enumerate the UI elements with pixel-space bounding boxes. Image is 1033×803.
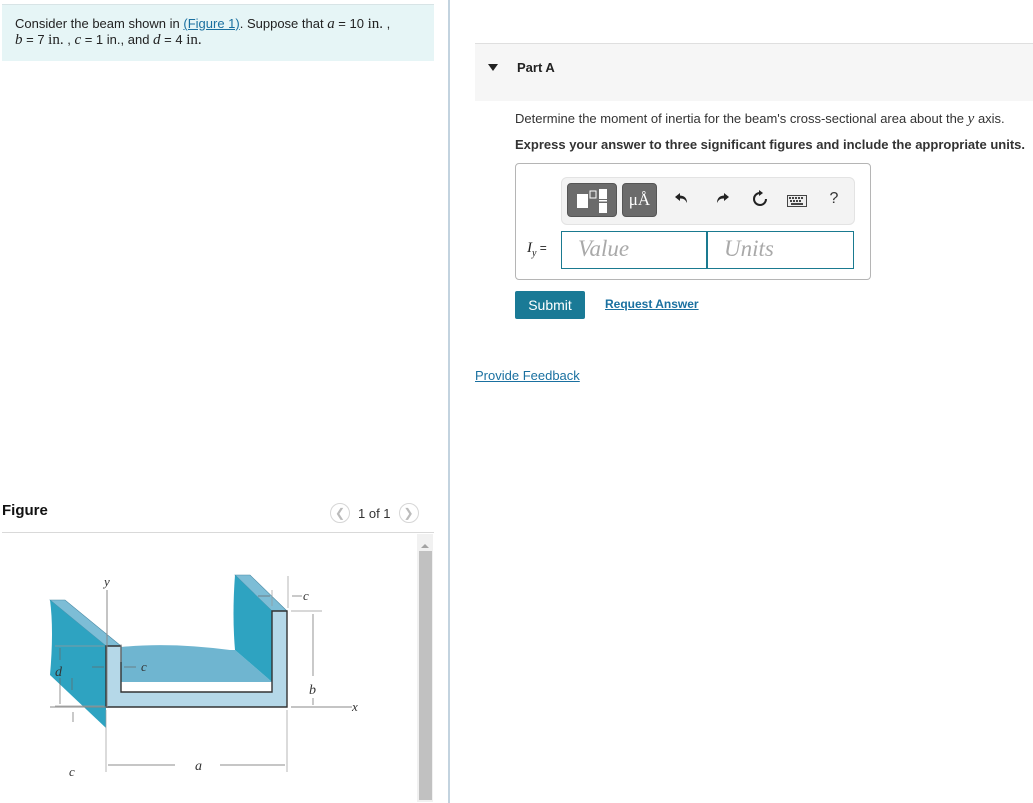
dimension-c-bottom-label: c xyxy=(69,764,75,779)
unit-b: in. xyxy=(48,32,64,48)
question-text: Determine the moment of inertia for the … xyxy=(515,111,1005,128)
unit-d: in. xyxy=(186,32,202,48)
var-a: a xyxy=(327,16,335,32)
val-b: = 7 xyxy=(22,32,49,47)
instruction-text: Express your answer to three significant… xyxy=(515,137,1025,152)
problem-intro: Consider the beam shown in xyxy=(15,16,184,31)
scroll-thumb[interactable] xyxy=(419,551,432,800)
unit-a: in. xyxy=(367,16,383,32)
part-title: Part A xyxy=(517,60,555,75)
dimension-c-mid-label: c xyxy=(141,659,147,674)
question-post: axis. xyxy=(974,111,1005,126)
val-c: = 1 xyxy=(81,32,107,47)
templates-icon xyxy=(577,189,607,213)
math-toolbar: μÅ ? xyxy=(561,177,855,225)
val-a: = 10 xyxy=(334,16,368,31)
val-d: = 4 xyxy=(160,32,187,47)
answer-label: Iy = xyxy=(527,240,547,259)
figure-pager: ❮ 1 of 1 ❯ xyxy=(330,503,419,523)
question-pre: Determine the moment of inertia for the … xyxy=(515,111,968,126)
dimension-a-label: a xyxy=(195,759,202,774)
var-b: b xyxy=(15,32,23,48)
label-eq: = xyxy=(536,241,547,255)
dimension-c-top-label: c xyxy=(303,588,309,603)
help-button[interactable]: ? xyxy=(824,190,844,208)
pager-count: 1 of 1 xyxy=(358,505,391,521)
keyboard-icon[interactable] xyxy=(787,192,807,212)
undo-icon[interactable] xyxy=(672,190,692,211)
separator: , xyxy=(383,16,391,31)
figure-title: Figure xyxy=(2,502,48,519)
redo-icon[interactable] xyxy=(712,190,732,211)
scroll-up-arrow-icon[interactable] xyxy=(417,538,433,548)
figure-link[interactable]: (Figure 1) xyxy=(183,16,239,31)
separator: , and xyxy=(120,32,154,47)
prev-figure-button[interactable]: ❮ xyxy=(330,503,350,523)
templates-button[interactable] xyxy=(567,183,617,217)
dimension-b-label: b xyxy=(309,683,316,698)
var-d: d xyxy=(153,32,161,48)
problem-statement: Consider the beam shown in (Figure 1). S… xyxy=(2,4,434,61)
chevron-right-icon: ❯ xyxy=(403,506,414,520)
units-button[interactable]: μÅ xyxy=(622,183,657,217)
chevron-left-icon: ❮ xyxy=(334,506,346,520)
beam-figure: y x a b c c d c xyxy=(49,574,358,779)
reset-icon[interactable] xyxy=(750,190,770,213)
submit-button[interactable]: Submit xyxy=(515,291,585,319)
problem-text: . Suppose that xyxy=(239,16,328,31)
answer-box: μÅ ? Iy = Value Units xyxy=(515,163,871,280)
dimension-d-label: d xyxy=(55,665,63,680)
request-answer-link[interactable]: Request Answer xyxy=(605,297,699,311)
separator: , xyxy=(63,32,75,47)
part-a-header[interactable]: Part A xyxy=(475,43,1033,101)
panel-divider xyxy=(448,0,450,803)
units-input[interactable]: Units xyxy=(707,231,854,269)
unit-c: in. xyxy=(106,32,121,47)
provide-feedback-link[interactable]: Provide Feedback xyxy=(475,368,580,383)
value-input[interactable]: Value xyxy=(561,231,707,269)
y-axis-label: y xyxy=(102,574,110,589)
figure-divider xyxy=(2,532,434,533)
x-axis-label: x xyxy=(351,699,358,714)
next-figure-button[interactable]: ❯ xyxy=(398,503,419,523)
figure-scrollbar[interactable] xyxy=(417,534,433,802)
collapse-caret-icon[interactable] xyxy=(488,64,498,71)
